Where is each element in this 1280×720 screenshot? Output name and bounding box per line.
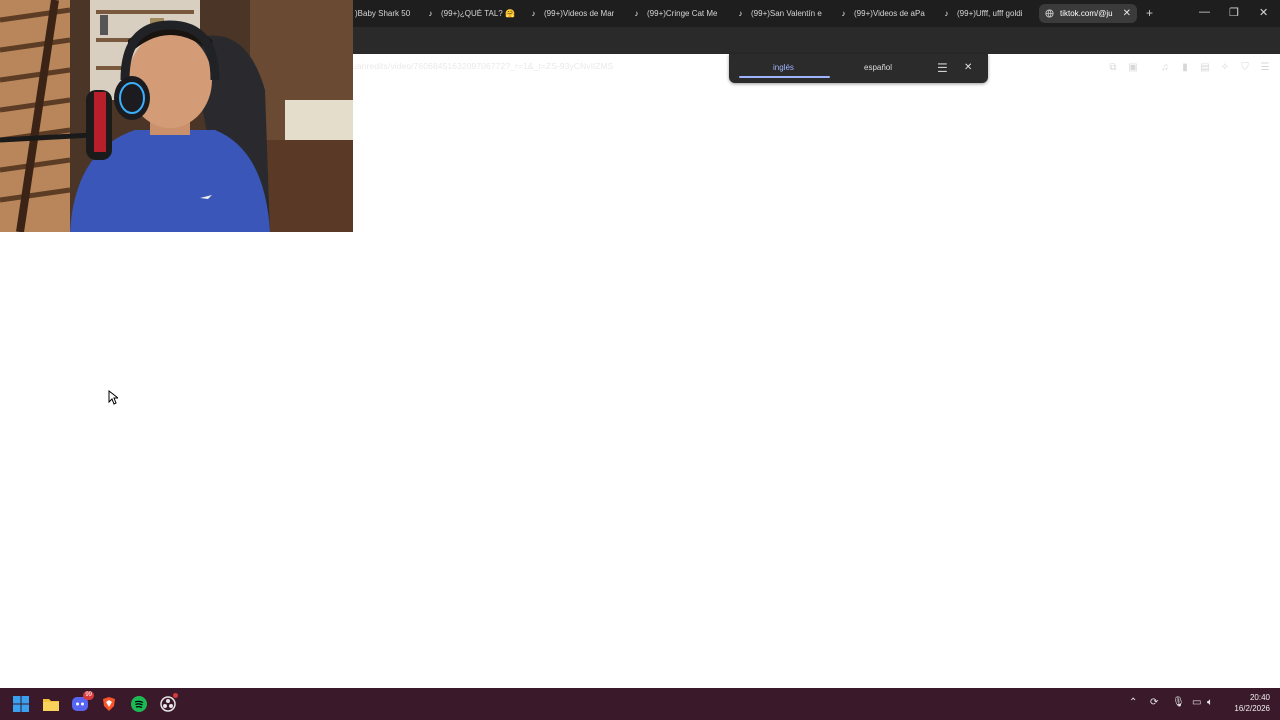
tiktok-icon: ♪	[841, 9, 846, 18]
address-bar[interactable]: juanredits/video/7606845163209706772?_r=…	[350, 61, 613, 71]
wallet-icon[interactable]: ▤	[1198, 60, 1212, 74]
webcam-overlay	[0, 0, 353, 232]
volume-icon[interactable]: 🔈︎	[1207, 697, 1213, 708]
hamburger-menu-icon[interactable]: ☰	[937, 61, 948, 75]
tab-ufff-goldi[interactable]: ♪ (99+)Ufff, ufff goldi	[942, 4, 1034, 23]
clock-time: 20:40	[1249, 693, 1270, 702]
restore-icon[interactable]: ❐	[1229, 6, 1239, 19]
mouse-cursor	[108, 389, 120, 410]
sync-icon[interactable]: ⟳	[1150, 697, 1158, 708]
tab-title: (99+)Videos de aPa	[854, 9, 925, 18]
globe-icon	[1045, 9, 1054, 18]
tiktok-icon: ♪	[634, 9, 639, 18]
brave-browser-icon[interactable]	[100, 695, 118, 713]
discord-badge: 99	[83, 691, 94, 700]
network-icon[interactable]: ▭	[1192, 697, 1201, 708]
sidebar-icon[interactable]: ▮	[1178, 60, 1192, 74]
translate-popup: inglés español ☰ ✕	[729, 54, 988, 83]
windows-start-icon[interactable]	[12, 695, 30, 713]
tab-que-tal[interactable]: ♪ (99+)¿QUÉ TAL? 🤗	[426, 4, 518, 23]
extensions-icon[interactable]: ⧉	[1106, 60, 1120, 74]
close-tab-icon[interactable]: ✕	[1123, 8, 1131, 19]
taskbar: 99 ⌃ ⟳ 🎙︎ ▭ 🔈︎	[0, 688, 1280, 720]
chevron-up-icon[interactable]: ⌃	[1129, 697, 1137, 708]
minimize-icon[interactable]: —	[1199, 6, 1210, 18]
menu-icon[interactable]: ☰	[1258, 60, 1272, 74]
tiktok-icon: ♪	[738, 9, 743, 18]
close-window-icon[interactable]: ✕	[1259, 6, 1268, 19]
tab-title: (99+)San Valentín e	[751, 9, 822, 18]
target-language-tab[interactable]: español	[864, 63, 892, 72]
tab-title: tiktok.com/@ju	[1060, 9, 1113, 18]
tab-title: (99+)Ufff, ufff goldi	[957, 9, 1023, 18]
obs-recording-dot	[173, 693, 178, 698]
discord-icon[interactable]: 99	[71, 691, 94, 713]
music-icon[interactable]: ♫	[1158, 60, 1172, 74]
leo-ai-icon[interactable]: ✧	[1218, 60, 1232, 74]
system-clock[interactable]: 20:40 16/2/2026	[1226, 692, 1270, 714]
source-language-tab[interactable]: inglés	[773, 63, 794, 72]
tab-tiktok-active[interactable]: tiktok.com/@ju ✕	[1039, 4, 1137, 23]
microphone-icon[interactable]: 🎙︎	[1172, 697, 1185, 708]
tab-title: (99+)Videos de Mar	[544, 9, 615, 18]
vpn-shield-icon[interactable]: ⛉	[1238, 60, 1252, 74]
file-explorer-icon[interactable]	[42, 695, 60, 713]
new-tab-button[interactable]: +	[1146, 6, 1153, 20]
webcam-image	[0, 0, 353, 232]
tab-cringe-cat[interactable]: ♪ (99+)Cringe Cat Me	[632, 4, 724, 23]
tab-title: (99+)¿QUÉ TAL? 🤗	[441, 9, 515, 18]
spotify-icon[interactable]	[130, 695, 148, 713]
tiktok-icon: ♪	[428, 9, 433, 18]
clock-date: 16/2/2026	[1234, 704, 1270, 713]
tab-san-valentin[interactable]: ♪ (99+)San Valentín e	[736, 4, 828, 23]
tiktok-icon: ♪	[944, 9, 949, 18]
screenshot-icon[interactable]: ▣	[1126, 60, 1140, 74]
tab-videos-de-mar[interactable]: ♪ (99+)Videos de Mar	[529, 4, 621, 23]
obs-icon[interactable]	[159, 693, 178, 713]
tab-title: (99+)Cringe Cat Me	[647, 9, 718, 18]
tab-videos-de-apa[interactable]: ♪ (99+)Videos de aPa	[839, 4, 931, 23]
tab-title: )Baby Shark 50	[355, 9, 411, 18]
close-icon[interactable]: ✕	[964, 62, 972, 73]
tab-baby-shark[interactable]: )Baby Shark 50	[355, 4, 417, 23]
selected-tab-indicator	[739, 76, 830, 78]
tiktok-icon: ♪	[531, 9, 536, 18]
